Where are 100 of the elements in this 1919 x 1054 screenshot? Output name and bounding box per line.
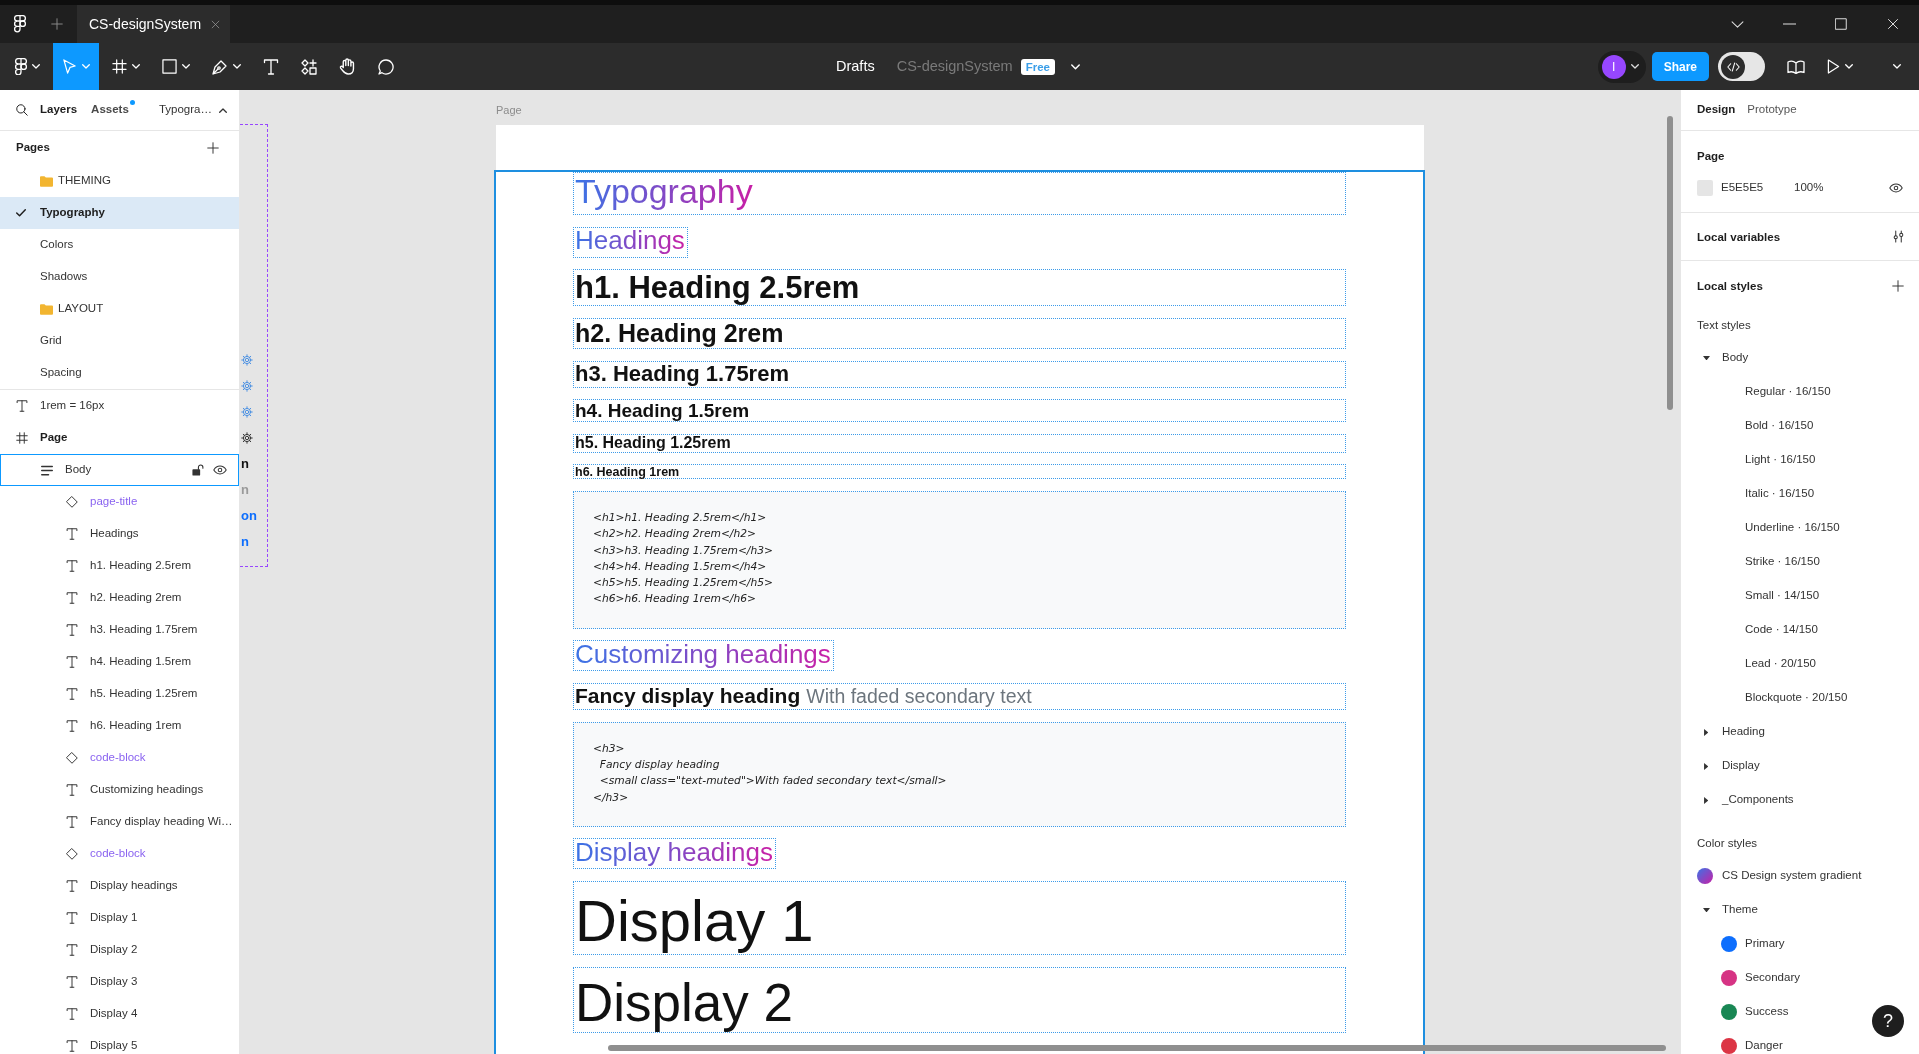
text-style-item[interactable]: Strike · 16/150 (1681, 545, 1828, 579)
text-style-item[interactable]: Underline · 16/150 (1681, 511, 1848, 545)
eye-icon[interactable] (213, 465, 227, 475)
color-style-item[interactable]: Primary (1681, 927, 1793, 961)
search-icon[interactable] (16, 104, 28, 116)
text-style-item[interactable]: Bold · 16/150 (1681, 409, 1822, 443)
navigator-item[interactable]: Spacing (0, 357, 239, 389)
letter-t-icon (66, 784, 78, 796)
layer-item[interactable]: Body (0, 454, 239, 486)
layer-item[interactable]: h5. Heading 1.25rem (0, 678, 239, 710)
page-menu-button[interactable]: Typogra… (158, 101, 227, 119)
navigator-item[interactable]: Shadows (0, 261, 239, 293)
letter-t-icon (66, 528, 78, 540)
chevron-down-icon[interactable] (1730, 20, 1744, 28)
unlocked-padlock-icon[interactable] (192, 464, 204, 476)
color-style-item[interactable]: Success (1681, 995, 1797, 1029)
letter-t-icon (66, 656, 78, 668)
layer-item[interactable]: Page (0, 422, 239, 454)
square-icon[interactable] (162, 59, 177, 74)
text-style-item[interactable]: Regular · 16/150 (1681, 375, 1839, 409)
sliders-icon[interactable] (1893, 230, 1904, 243)
cursor-icon[interactable] (62, 59, 77, 74)
layer-item[interactable]: h6. Heading 1rem (0, 710, 239, 742)
layer-item[interactable]: Display 3 (0, 966, 239, 998)
user-menu-button[interactable]: I (1597, 50, 1646, 83)
speech-bubble-icon[interactable] (378, 58, 394, 75)
layer-item[interactable]: h4. Heading 1.5rem (0, 646, 239, 678)
text-style-item[interactable]: Lead · 20/150 (1681, 647, 1824, 681)
caret-icon[interactable] (1630, 64, 1639, 69)
text-style-item[interactable]: Blockquote · 20/150 (1681, 681, 1856, 715)
layer-item[interactable]: Display headings (0, 870, 239, 902)
navigator-item[interactable]: Grid (0, 325, 239, 357)
layer-item[interactable]: page-title (0, 486, 239, 518)
layer-item[interactable]: 1rem = 16px (0, 390, 239, 422)
text-style-item[interactable]: Small · 14/150 (1681, 579, 1828, 613)
layer-item[interactable]: Display 2 (0, 934, 239, 966)
hash-icon[interactable] (112, 59, 127, 74)
panel-tab[interactable]: Prototype (1747, 101, 1797, 119)
help-button[interactable]: ? (1872, 1005, 1904, 1037)
project-link[interactable]: Drafts (836, 55, 875, 78)
play-icon[interactable] (1827, 59, 1840, 74)
text-style-item[interactable]: Code · 14/150 (1681, 613, 1826, 647)
minimize-icon[interactable] (1782, 23, 1796, 25)
navigator-item[interactable]: Typography (0, 197, 239, 229)
layer-item[interactable]: h1. Heading 2.5rem (0, 550, 239, 582)
layer-item[interactable]: Display 1 (0, 902, 239, 934)
code-line: <h3>h3. Heading 1.75rem</h3> (593, 542, 773, 559)
horizontal-scrollbar[interactable] (608, 1045, 1666, 1051)
app-logo-icon[interactable] (14, 15, 26, 33)
fill-swatch-icon[interactable] (1697, 180, 1713, 196)
text-style-item[interactable]: Italic · 16/150 (1681, 477, 1823, 511)
display-heading: Display 1 (573, 881, 1346, 956)
style-group[interactable]: Body (1681, 341, 1757, 375)
avatar: I (1601, 54, 1626, 79)
maximize-icon[interactable] (1835, 18, 1847, 30)
letter-t-icon (16, 400, 28, 412)
opacity-value[interactable]: 100% (1794, 179, 1824, 197)
disclosure-triangle-icon[interactable] (1703, 796, 1709, 804)
style-group[interactable]: Heading (1681, 715, 1773, 749)
plus-icon[interactable] (51, 18, 63, 30)
plus-icon[interactable] (1892, 280, 1904, 292)
panel-tab[interactable]: Assets (91, 101, 129, 119)
disclosure-triangle-icon[interactable] (1702, 907, 1710, 913)
code-icon[interactable] (1726, 61, 1740, 72)
fill-value[interactable]: E5E5E5 (1721, 179, 1794, 197)
caret-up-icon[interactable] (219, 107, 227, 113)
navigator-item[interactable]: Colors (0, 229, 239, 261)
vertical-scrollbar[interactable] (1667, 116, 1673, 410)
style-group[interactable]: Display (1681, 749, 1768, 783)
disclosure-triangle-icon[interactable] (1703, 762, 1709, 770)
style-group[interactable]: _Components (1681, 783, 1802, 817)
navigator-item[interactable]: THEMING (0, 165, 239, 197)
panel-tab[interactable]: Design (1697, 101, 1736, 119)
color-style-item[interactable]: Secondary (1681, 961, 1808, 995)
navigator-item[interactable]: LAYOUT (0, 293, 239, 325)
book-icon[interactable] (1787, 59, 1805, 74)
shapes-icon[interactable] (301, 58, 317, 75)
layer-item[interactable]: Fancy display heading Wi… (0, 806, 239, 838)
file-tab[interactable]: CS-designSystem (77, 5, 231, 43)
layer-item[interactable]: h3. Heading 1.75rem (0, 614, 239, 646)
style-group[interactable]: Theme (1681, 893, 1766, 927)
dev-mode-toggle[interactable] (1718, 52, 1765, 81)
hand-icon[interactable] (339, 58, 356, 75)
letter-t-icon[interactable] (263, 58, 279, 75)
layer-item[interactable]: Display 5 (0, 1030, 239, 1054)
eye-icon[interactable] (1889, 183, 1903, 193)
layer-item[interactable]: h2. Heading 2rem (0, 582, 239, 614)
disclosure-triangle-icon[interactable] (1703, 728, 1709, 736)
layer-item[interactable]: code-block (0, 838, 239, 870)
disclosure-triangle-icon[interactable] (1702, 355, 1710, 361)
layer-item[interactable]: Customizing headings (0, 774, 239, 806)
app-logo-icon[interactable] (15, 57, 27, 76)
layer-item[interactable]: Display 4 (0, 998, 239, 1030)
color-style-item[interactable]: CS Design system gradient (1681, 859, 1870, 893)
panel-tab[interactable]: Layers (40, 101, 78, 119)
layer-item[interactable]: code-block (0, 742, 239, 774)
text-style-item[interactable]: Light · 16/150 (1681, 443, 1824, 477)
pen-icon[interactable] (212, 58, 228, 75)
layer-item[interactable]: Headings (0, 518, 239, 550)
color-style-item[interactable]: Danger (1681, 1029, 1791, 1054)
